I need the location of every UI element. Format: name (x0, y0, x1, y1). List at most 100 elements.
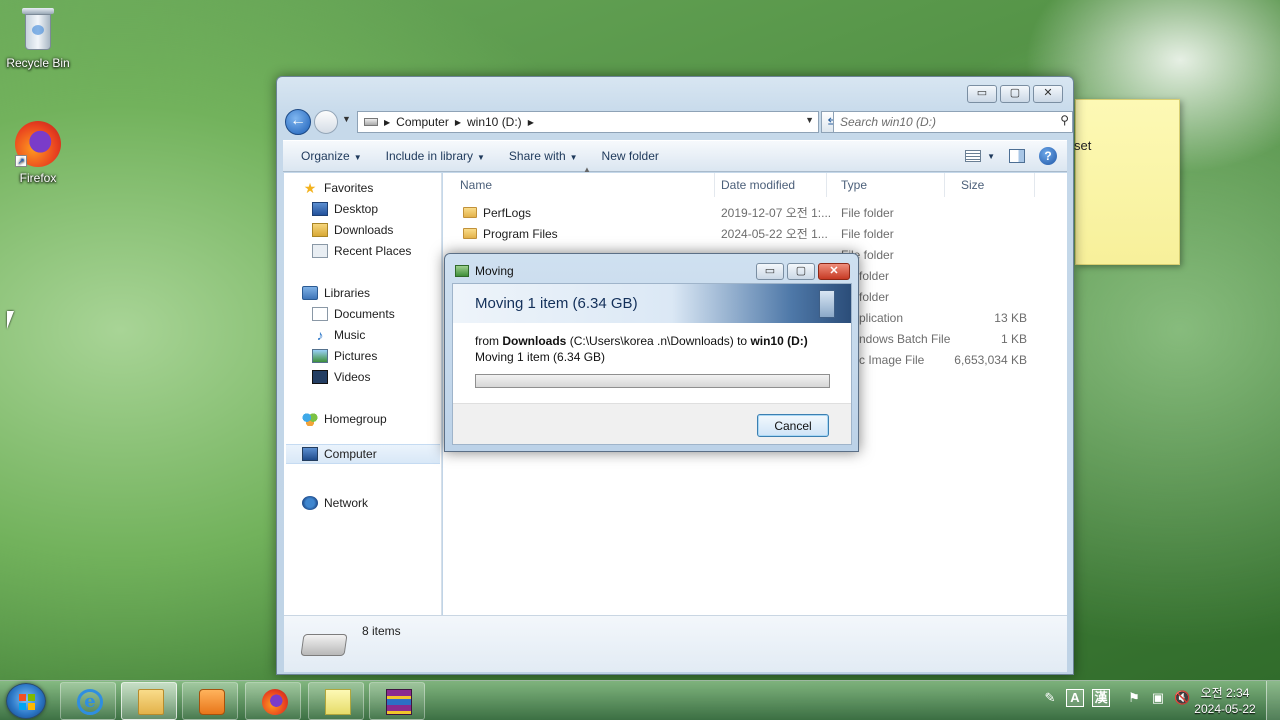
nav-videos[interactable]: Videos (312, 370, 370, 384)
breadcrumb-computer[interactable]: Computer (396, 115, 449, 129)
organize-button[interactable]: Organize ▼ (283, 149, 374, 163)
address-dropdown-icon[interactable]: ▼ (805, 115, 814, 125)
dialog-footer: Cancel (453, 403, 851, 444)
start-button[interactable] (6, 683, 46, 719)
taskbar-firefox[interactable] (245, 682, 301, 720)
computer-icon (302, 447, 318, 461)
file-row[interactable]: Program Files 2024-05-22 오전 1... File fo… (443, 224, 1067, 245)
column-header-size[interactable]: Size (945, 173, 1035, 197)
firefox-shortcut[interactable]: ↗ Firefox (0, 121, 76, 185)
nav-documents[interactable]: Documents (312, 307, 395, 321)
ime-hanja-icon[interactable]: 漢 (1092, 689, 1110, 707)
nav-homegroup[interactable]: Homegroup (302, 412, 387, 426)
homegroup-icon (302, 412, 318, 426)
column-header-type[interactable]: Type (825, 173, 945, 197)
nav-music[interactable]: ♪ Music (312, 327, 366, 343)
language-bar-icon[interactable]: ✎ (1042, 690, 1058, 706)
forward-button[interactable] (314, 110, 338, 134)
close-button[interactable]: ✕ (1033, 85, 1063, 103)
preview-pane-icon[interactable] (1009, 149, 1025, 163)
file-type: ndows Batch File (859, 332, 951, 346)
cancel-button[interactable]: Cancel (757, 414, 829, 437)
nav-computer[interactable]: Computer (286, 444, 440, 464)
chevron-right-icon[interactable]: ▶ (384, 118, 390, 127)
view-dropdown-icon[interactable]: ▼ (987, 152, 995, 161)
new-folder-button[interactable]: New folder (590, 149, 671, 163)
mouse-cursor (7, 311, 19, 329)
nav-downloads[interactable]: Downloads (312, 223, 393, 237)
taskbar-internet-explorer[interactable]: e (60, 682, 116, 720)
file-row[interactable]: PerfLogs 2019-12-07 오전 1:... File folder (443, 203, 1067, 224)
source-link[interactable]: Downloads (502, 334, 566, 348)
videos-icon (312, 370, 328, 384)
dialog-minimize-button[interactable]: ▭ (756, 263, 784, 280)
recent-pages-dropdown[interactable]: ▼ (342, 114, 351, 124)
taskbar-windows-explorer[interactable] (121, 682, 177, 720)
dialog-title: Moving (475, 264, 514, 278)
media-player-icon (199, 689, 225, 715)
document-icon (819, 290, 835, 318)
nav-recent-places[interactable]: Recent Places (312, 244, 411, 258)
move-icon (455, 265, 469, 277)
volume-muted-icon[interactable]: 🔇 (1174, 690, 1190, 706)
share-with-button[interactable]: Share with ▼ (497, 149, 590, 163)
back-button[interactable]: ← (285, 109, 311, 135)
nav-desktop[interactable]: Desktop (312, 202, 378, 216)
taskbar-winrar[interactable] (369, 682, 425, 720)
nav-network[interactable]: Network (302, 496, 368, 510)
desktop-icon (312, 202, 328, 216)
nav-pictures[interactable]: Pictures (312, 349, 377, 363)
sticky-notes-icon (325, 689, 351, 715)
column-header-date[interactable]: Date modified (705, 173, 827, 197)
breadcrumb-drive[interactable]: win10 (D:) (467, 115, 522, 129)
file-type: folder (859, 290, 890, 304)
destination-link[interactable]: win10 (D:) (750, 334, 807, 348)
sticky-note[interactable]: set (1074, 99, 1180, 265)
file-type: plication (859, 311, 904, 325)
folder-icon (463, 207, 477, 218)
action-center-icon[interactable]: ⚑ (1126, 690, 1142, 706)
nav-favorites[interactable]: ★ Favorites (302, 180, 374, 196)
hard-drive-icon (300, 634, 348, 656)
window-controls: ▭ ▢ ✕ (967, 85, 1063, 103)
move-status-text: Moving 1 item (6.34 GB) (475, 350, 606, 364)
minimize-button[interactable]: ▭ (967, 85, 997, 103)
column-header-name[interactable]: Name (443, 173, 715, 197)
help-icon[interactable]: ? (1039, 147, 1057, 165)
address-bar[interactable]: ▶ Computer ▶ win10 (D:) ▶ ▼ (357, 111, 819, 133)
dialog-close-button[interactable]: ✕ (818, 263, 850, 280)
navigation-pane: ★ Favorites Desktop Downloads Recent Plac… (284, 173, 442, 615)
firefox-label: Firefox (19, 171, 57, 185)
taskbar-sticky-notes[interactable] (308, 682, 364, 720)
file-size: 13 KB (994, 311, 1027, 325)
clock-date: 2024-05-22 (1194, 702, 1256, 716)
progress-bar (475, 374, 830, 388)
ime-mode-icon[interactable]: A (1066, 689, 1084, 707)
documents-icon (312, 307, 328, 321)
dialog-banner: Moving 1 item (6.34 GB) (453, 284, 851, 323)
nav-libraries[interactable]: Libraries (302, 286, 370, 300)
internet-explorer-icon: e (77, 689, 103, 715)
firefox-icon: ↗ (15, 121, 61, 167)
network-status-icon[interactable]: ▣ (1150, 690, 1166, 706)
chevron-right-icon[interactable]: ▶ (455, 118, 461, 127)
clock[interactable]: 오전 2:34 2024-05-22 (1190, 685, 1260, 717)
dialog-maximize-button[interactable]: ▢ (787, 263, 815, 280)
file-type: folder (859, 269, 890, 283)
music-icon: ♪ (316, 327, 324, 343)
star-icon: ★ (303, 180, 317, 196)
file-date: 2019-12-07 오전 1:... (721, 206, 832, 220)
chevron-right-icon[interactable]: ▶ (528, 118, 534, 127)
libraries-icon (302, 286, 318, 300)
taskbar-media-player[interactable] (182, 682, 238, 720)
dialog-window-controls: ▭ ▢ ✕ (756, 263, 850, 280)
file-type: c Image File (859, 353, 925, 367)
network-icon (302, 496, 318, 510)
include-in-library-button[interactable]: Include in library ▼ (374, 149, 497, 163)
show-desktop-button[interactable] (1266, 681, 1280, 720)
view-options-icon[interactable] (965, 150, 982, 162)
file-name: PerfLogs (463, 203, 531, 224)
recycle-bin-shortcut[interactable]: Recycle Bin (0, 8, 76, 70)
maximize-button[interactable]: ▢ (1000, 85, 1030, 103)
search-input[interactable]: Search win10 (D:) (833, 111, 1073, 133)
